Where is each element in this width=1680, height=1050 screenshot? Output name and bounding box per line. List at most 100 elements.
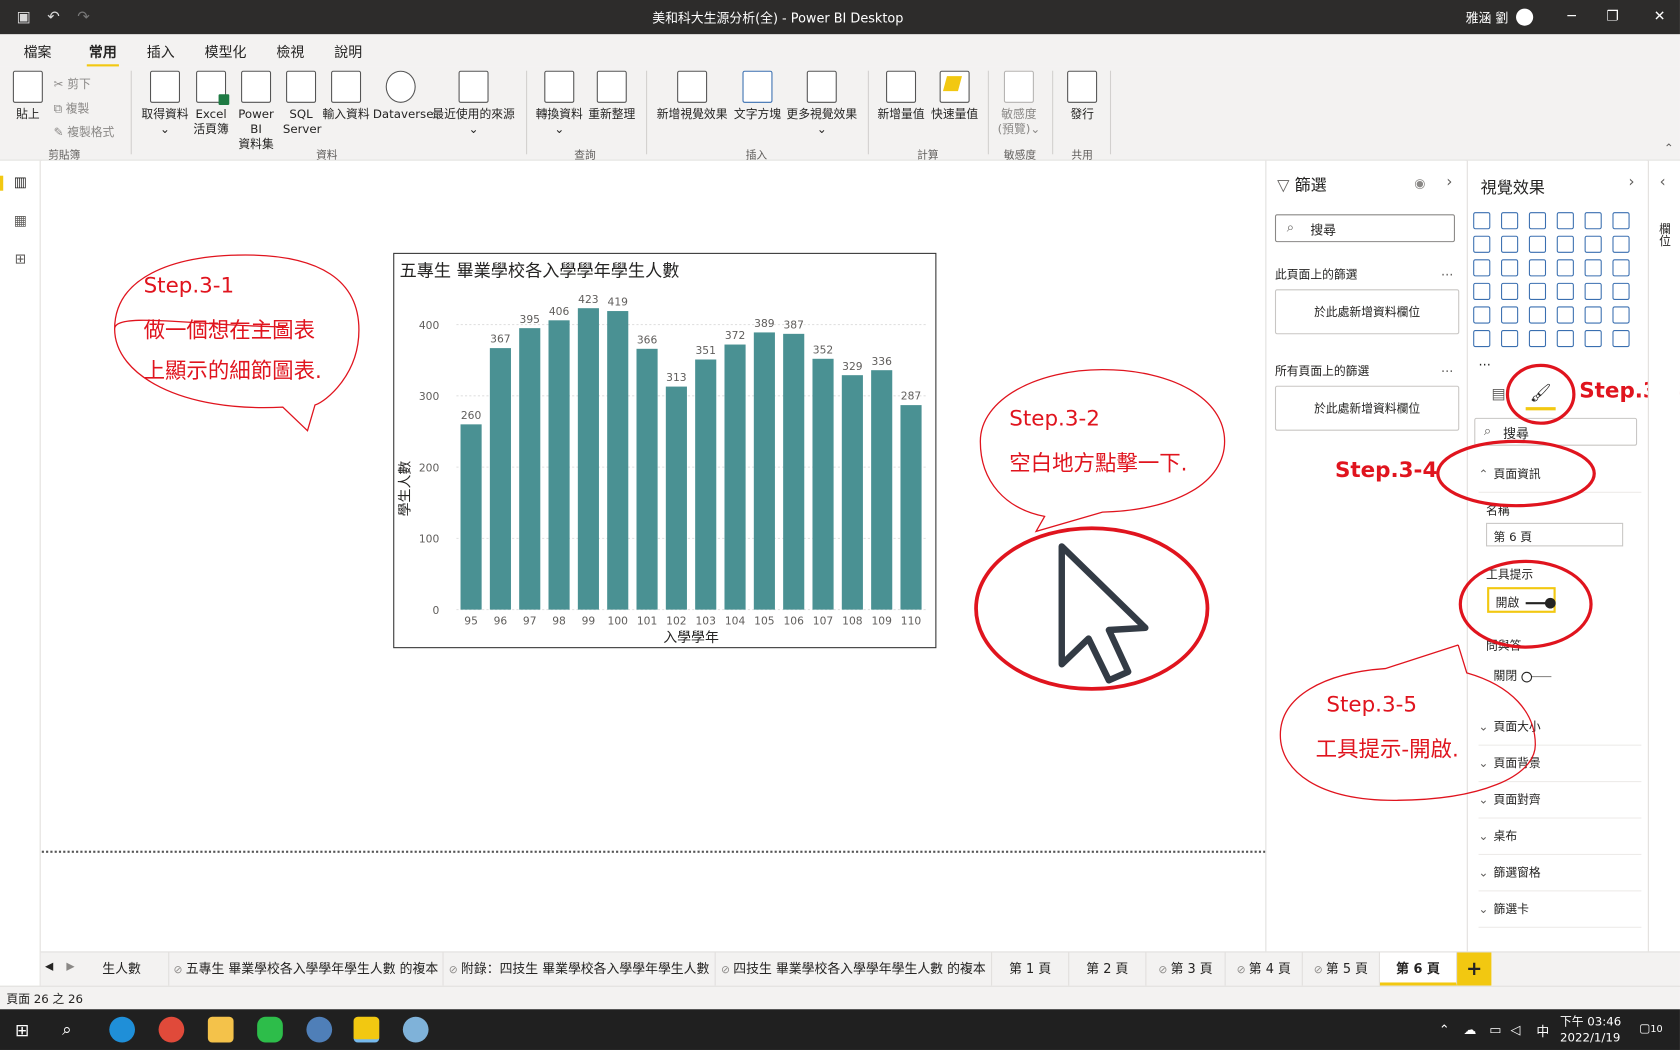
search-icon[interactable]: ⌕ <box>62 1019 72 1040</box>
text-box-button[interactable]: 文字方塊 <box>733 70 782 122</box>
edge-icon[interactable] <box>109 1016 135 1043</box>
maximize-button[interactable]: ❐ <box>1596 6 1628 27</box>
visual-type-icon[interactable] <box>1473 235 1491 253</box>
page-tab[interactable]: 生人數 <box>75 952 170 986</box>
more-visuals-button[interactable]: 更多視覺效果 ⌄ <box>784 70 859 137</box>
copy-button[interactable]: ⧉ 複製 <box>54 100 90 117</box>
enter-data-button[interactable]: 輸入資料 <box>321 70 370 122</box>
collapse-ribbon-icon[interactable]: ⌃ <box>1664 141 1674 155</box>
visual-type-icon[interactable] <box>1584 259 1602 277</box>
visual-type-icon[interactable] <box>1501 282 1519 300</box>
visual-type-icon[interactable] <box>1473 306 1491 324</box>
visual-type-icon[interactable] <box>1584 282 1602 300</box>
bar-chart-visual[interactable]: 0 100 200 300 400 260 95 367 96 395 97 406 98 423 99 41… <box>393 252 937 649</box>
filter-pane-section[interactable]: ⌄ 篩選窗格 <box>1478 855 1642 892</box>
bar-98[interactable] <box>548 320 570 610</box>
report-view-icon[interactable]: ▥ <box>0 175 29 191</box>
page-tab[interactable]: 第 1 頁 <box>992 952 1070 986</box>
page-tab[interactable]: ⊘ 五專生 畢業學校各入學學年學生人數 的複本 <box>169 952 444 986</box>
tab-modeling[interactable]: 模型化 <box>202 41 248 61</box>
refresh-button[interactable]: 重新整理 <box>587 70 636 122</box>
powerbi-dataset-button[interactable]: Power BI 資料集 <box>231 70 280 152</box>
page-alignment-section[interactable]: ⌄ 頁面對齊 <box>1478 782 1642 819</box>
page-tab[interactable]: 第 6 頁 <box>1379 952 1458 986</box>
quick-measure-button[interactable]: 快速量值 <box>928 70 982 122</box>
page-tab[interactable]: ⊘ 附錄：四技生 畢業學校各入學學年學生人數 <box>444 952 716 986</box>
visual-type-icon[interactable] <box>1584 329 1602 348</box>
bar-107[interactable] <box>812 358 834 610</box>
tab-help[interactable]: 說明 <box>332 41 364 61</box>
excel-button[interactable]: Excel 活頁簿 <box>193 70 230 137</box>
eye-icon[interactable]: ◉ <box>1414 176 1425 191</box>
bar-95[interactable] <box>460 424 482 610</box>
bar-99[interactable] <box>577 308 599 610</box>
page-background-section[interactable]: ⌄ 頁面背景 <box>1478 746 1642 783</box>
bar-106[interactable] <box>783 333 805 610</box>
clock-time[interactable]: 下午 03:46 <box>1560 1012 1621 1029</box>
visual-type-icon[interactable] <box>1473 212 1491 230</box>
visual-type-icon[interactable] <box>1528 259 1547 277</box>
ime-indicator[interactable]: 中 <box>1536 1022 1549 1040</box>
bar-103[interactable] <box>695 359 717 610</box>
page-tab[interactable]: ⊘ 第 5 頁 <box>1303 952 1380 986</box>
page-tab[interactable]: 第 2 頁 <box>1069 952 1147 986</box>
tray-chevron-icon[interactable]: ⌃ <box>1439 1022 1450 1037</box>
tab-view[interactable]: 檢視 <box>274 41 306 61</box>
sql-server-button[interactable]: SQL Server <box>283 70 322 137</box>
network-icon[interactable]: ▭ <box>1489 1022 1501 1037</box>
format-painter-button[interactable]: ✎ 複製格式 <box>54 123 115 140</box>
visual-type-icon[interactable] <box>1528 306 1547 324</box>
new-visual-button[interactable]: 新增視覺效果 <box>654 70 731 122</box>
visual-type-icon[interactable] <box>1612 212 1630 230</box>
page-tab[interactable]: ⊘ 第 3 頁 <box>1146 952 1226 986</box>
windows-start-icon[interactable]: ⊞ <box>15 1020 29 1040</box>
clock-date[interactable]: 2022/1/19 <box>1560 1031 1620 1045</box>
tab-insert[interactable]: 插入 <box>145 41 177 61</box>
model-view-icon[interactable]: ⊞ <box>12 252 29 268</box>
tab-home[interactable]: 常用 <box>86 41 119 68</box>
visual-type-icon[interactable] <box>1584 212 1602 230</box>
page-name-input[interactable]: 第 6 頁 <box>1486 522 1624 547</box>
visual-type-icon[interactable] <box>1556 306 1574 324</box>
tooltip-toggle[interactable]: 開啟 <box>1487 587 1556 613</box>
bar-101[interactable] <box>636 348 658 610</box>
bar-110[interactable] <box>900 405 922 610</box>
more-options-icon[interactable]: ... <box>1441 360 1453 375</box>
visual-type-icon[interactable] <box>1556 329 1574 348</box>
all-pages-drop-zone[interactable]: 於此處新增資料欄位 <box>1274 385 1460 431</box>
visual-type-icon[interactable] <box>1501 329 1519 348</box>
powerbi-icon[interactable] <box>353 1016 380 1043</box>
visual-type-icon[interactable] <box>1612 259 1630 277</box>
visual-type-icon[interactable] <box>1556 259 1574 277</box>
add-page-button[interactable]: + <box>1457 952 1492 986</box>
sensitivity-button[interactable]: 敏感度 (預覽)⌄ <box>994 70 1043 137</box>
visual-type-icon[interactable] <box>1501 259 1519 277</box>
bar-108[interactable] <box>841 375 863 610</box>
minimize-button[interactable]: ─ <box>1556 6 1588 27</box>
visual-type-icon[interactable] <box>1473 282 1491 300</box>
expand-fields-icon[interactable]: ‹ <box>1660 174 1666 191</box>
volume-icon[interactable]: ◁ <box>1511 1022 1521 1037</box>
page-tab[interactable]: ⊘ 四技生 畢業學校各入學學年學生人數 的複本 <box>716 952 993 986</box>
recent-sources-button[interactable]: 最近使用的來源 ⌄ <box>431 70 517 137</box>
bar-105[interactable] <box>753 332 775 610</box>
visual-type-icon[interactable] <box>1501 212 1519 230</box>
publish-button[interactable]: 發行 <box>1061 70 1104 122</box>
user-name[interactable]: 雅涵 劉 <box>1466 9 1509 27</box>
tab-scroll-left-icon[interactable]: ◀ <box>45 961 53 973</box>
bar-109[interactable] <box>871 370 893 610</box>
line-app-icon[interactable] <box>257 1016 283 1043</box>
page-tab[interactable]: ⊘ 第 4 頁 <box>1226 952 1303 986</box>
bar-104[interactable] <box>724 344 746 610</box>
file-explorer-icon[interactable] <box>207 1016 234 1043</box>
visual-type-icon[interactable] <box>1612 306 1630 324</box>
visual-type-icon[interactable] <box>1584 306 1602 324</box>
bar-96[interactable] <box>489 348 511 610</box>
wallpaper-section[interactable]: ⌄ 桌布 <box>1478 819 1642 855</box>
visual-type-icon[interactable] <box>1528 235 1547 253</box>
visual-type-icon[interactable] <box>1556 212 1574 230</box>
notification-center-icon[interactable]: ▢10 <box>1639 1021 1662 1035</box>
bar-100[interactable] <box>607 311 629 610</box>
report-canvas[interactable]: 0 100 200 300 400 260 95 367 96 395 97 406 98 423 99 41… <box>41 160 1266 952</box>
fields-pane-collapsed[interactable]: ‹ 欄位 <box>1647 160 1680 952</box>
